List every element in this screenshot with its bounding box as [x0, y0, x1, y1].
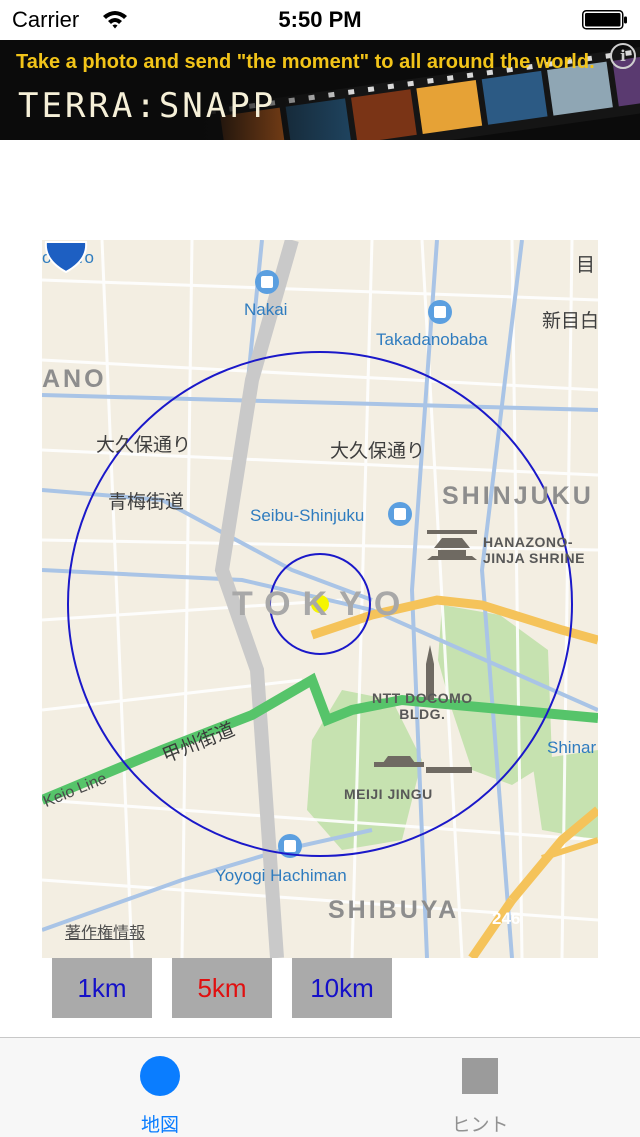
battery-icon [582, 10, 627, 30]
road-label: 新目白 [542, 311, 598, 332]
distance-10km-button[interactable]: 10km [292, 958, 392, 1018]
landmark-label: NTT DOCOMO BLDG. [372, 690, 473, 722]
route-number: 246 [492, 909, 521, 928]
city-label: TOKYO [232, 585, 413, 623]
station-label: Shinar [547, 738, 597, 757]
tab-map-label: 地図 [140, 1115, 179, 1136]
clock-time: 5:50 PM [278, 7, 362, 32]
station-label: Nakai [244, 300, 288, 319]
district-label: SHINJUKU [442, 482, 594, 510]
district-label: SHIBUYA [328, 896, 460, 924]
landmark-label: MEIJI JINGU [344, 786, 433, 802]
square-icon [462, 1058, 498, 1094]
road-label: 大久保通り [96, 435, 192, 456]
banner-brand-logo: TERRA:SNAPP [18, 86, 277, 126]
road-label: 大久保通り [330, 441, 426, 462]
copyright-link[interactable]: 著作権情報 [65, 919, 145, 943]
ad-banner[interactable]: Take a photo and send "the moment" to al… [0, 40, 640, 140]
road-label: 目 [576, 255, 596, 276]
distance-5km-button[interactable]: 5km [172, 958, 272, 1018]
landmark-label: HANAZONO- JINJA SHRINE [483, 534, 585, 566]
route-shield-icon [44, 241, 88, 274]
tab-bar: 地図 ヒント [0, 1037, 640, 1137]
station-label: Yoyogi Hachiman [215, 866, 347, 885]
tab-hint[interactable]: ヒント [400, 1038, 560, 1137]
map-view[interactable]: oukuro Nakai Takadanobaba 新目白 目 ANO 大久保通… [42, 240, 598, 958]
status-bar: Carrier 5:50 PM [0, 0, 640, 40]
road-label: 青梅街道 [108, 492, 185, 513]
district-label: ANO [42, 365, 107, 393]
banner-tagline: Take a photo and send "the moment" to al… [16, 51, 595, 73]
circle-icon [140, 1056, 180, 1096]
station-label: Seibu-Shinjuku [250, 506, 365, 525]
tab-hint-label: ヒント [451, 1115, 509, 1136]
distance-1km-button[interactable]: 1km [52, 958, 152, 1018]
info-icon[interactable]: i [610, 43, 636, 69]
station-label: Takadanobaba [376, 330, 488, 349]
tab-map[interactable]: 地図 [80, 1038, 240, 1137]
